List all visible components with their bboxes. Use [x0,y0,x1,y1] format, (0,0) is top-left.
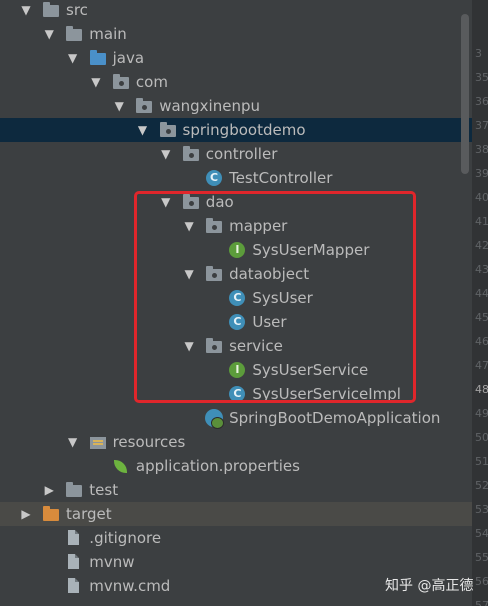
tree-row-application-properties[interactable]: application.properties [0,454,472,478]
line-number: 42 [475,239,488,252]
package-icon [182,145,200,163]
line-number: 55 [475,551,488,564]
line-number: 40 [475,191,488,204]
tree-row-springbootdemo[interactable]: ▼ springbootdemo [0,118,472,142]
expand-arrow-icon[interactable]: ▼ [43,26,55,42]
expand-arrow-icon[interactable]: ▼ [90,74,102,90]
expand-arrow-icon[interactable]: ▼ [137,122,149,138]
line-number: 38 [475,143,488,156]
tree-row-label: com [135,73,168,91]
watermark: 知乎 @高正德 [385,578,474,594]
spring-leaf-icon [112,457,130,475]
tree-row-com[interactable]: ▼ com [0,70,472,94]
tree-row-label: SpringBootDemoApplication [229,409,441,427]
tree-row-label: springbootdemo [182,121,306,139]
tree-row-test[interactable]: ▶ test [0,478,472,502]
line-number: 53 [475,503,488,516]
collapse-arrow-icon[interactable]: ▶ [43,482,55,498]
file-icon [65,529,83,547]
line-number: 41 [475,215,488,228]
package-icon [112,73,130,91]
editor-line-gutter: 3 35 36 37 38 39 40 41 42 43 44 45 46 47 48 49 50 51 52 53 5… [472,0,488,606]
line-number: 56 [475,575,488,588]
line-number: 46 [475,335,488,348]
resources-folder-icon [89,433,107,451]
line-number: 35 [475,71,488,84]
tree-row-label: resources [112,433,186,451]
line-number: 48 [475,383,488,396]
tree-row-label: .gitignore [89,529,162,547]
folder-icon [65,481,83,499]
expand-arrow-icon[interactable]: ▼ [67,434,79,450]
line-number: 43 [475,263,488,276]
line-number: 45 [475,311,488,324]
file-icon [65,577,83,595]
tree-row-label: test [89,481,119,499]
tree-row-label: main [89,25,127,43]
package-icon [159,121,177,139]
tree-row-mvnw[interactable]: mvnw [0,550,472,574]
tree-row-src[interactable]: ▼ src [0,0,472,22]
line-number: 51 [475,455,488,468]
line-number: 52 [475,479,488,492]
spring-boot-app-icon [205,409,225,429]
tree-row-wangxinenpu[interactable]: ▼ wangxinenpu [0,94,472,118]
package-icon [135,97,153,115]
tree-row-testcontroller[interactable]: C TestController [0,166,472,190]
tree-row-label: java [112,49,145,67]
line-number: 37 [475,119,488,132]
annotation-highlight-box [134,191,416,403]
expand-arrow-icon[interactable]: ▼ [20,2,32,18]
line-number: 47 [475,359,488,372]
line-number: 3 [475,47,482,60]
tree-row-gitignore[interactable]: .gitignore [0,526,472,550]
tree-row-springbootdemoapplication[interactable]: SpringBootDemoApplication [0,406,472,430]
tree-row-label: controller [205,145,278,163]
class-icon: C [205,169,223,187]
expand-arrow-icon[interactable]: ▼ [160,146,172,162]
tree-row-label: src [66,1,88,19]
line-number: 57 [475,599,488,606]
file-icon [65,553,83,571]
tree-row-label: wangxinenpu [159,97,260,115]
source-folder-icon [89,49,107,67]
excluded-folder-icon [42,505,60,523]
tree-row-controller[interactable]: ▼ controller [0,142,472,166]
line-number: 36 [475,95,488,108]
line-number: 49 [475,407,488,420]
collapse-arrow-icon[interactable]: ▶ [20,506,32,522]
line-number: 50 [475,431,488,444]
expand-arrow-icon[interactable]: ▼ [67,50,79,66]
line-number: 44 [475,287,488,300]
tree-row-label: mvnw [89,553,135,571]
tree-scrollbar[interactable] [461,14,469,174]
tree-row-target[interactable]: ▶ target [0,502,472,526]
tree-row-resources[interactable]: ▼ resources [0,430,472,454]
tree-row-main[interactable]: ▼ main [0,22,472,46]
tree-row-java[interactable]: ▼ java [0,46,472,70]
folder-icon [42,1,60,19]
tree-row-label: mvnw.cmd [89,577,171,595]
folder-icon [65,25,83,43]
tree-row-label: TestController [229,169,333,187]
line-number: 39 [475,167,488,180]
expand-arrow-icon[interactable]: ▼ [113,98,125,114]
line-number: 54 [475,527,488,540]
tree-row-label: application.properties [135,457,300,475]
tree-row-label: target [66,505,112,523]
